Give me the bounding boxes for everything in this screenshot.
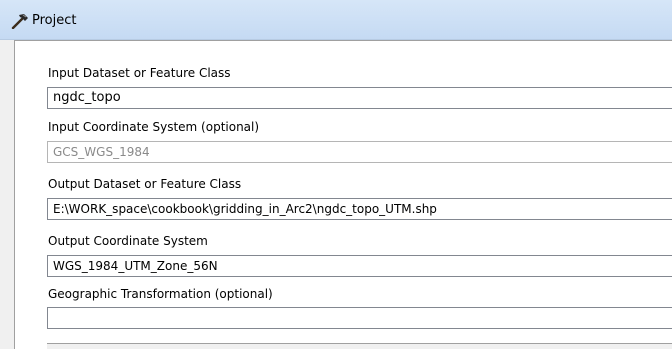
geographic-transformation-label: Geographic Transformation (optional) — [48, 287, 273, 301]
output-dataset-label: Output Dataset or Feature Class — [48, 177, 242, 191]
title-bar[interactable]: Project — [0, 0, 672, 40]
geographic-transformation-field[interactable] — [47, 307, 672, 329]
output-coordinate-system-field[interactable]: WGS_1984_UTM_Zone_56N — [47, 255, 672, 277]
hammer-icon — [11, 14, 28, 29]
input-dataset-field[interactable]: ngdc_topo — [47, 87, 672, 109]
project-dialog: Project Input Dataset or Feature Class n… — [0, 0, 672, 349]
output-coordinate-system-label: Output Coordinate System — [48, 234, 208, 248]
input-coordinate-system-label: Input Coordinate System (optional) — [48, 120, 260, 134]
dialog-frame-left — [0, 40, 14, 349]
input-coordinate-system-field: GCS_WGS_1984 — [47, 141, 672, 163]
window-title: Project — [32, 13, 77, 28]
next-field-edge — [47, 343, 672, 349]
input-dataset-label: Input Dataset or Feature Class — [48, 66, 231, 80]
output-dataset-field[interactable]: E:\WORK_space\cookbook\gridding_in_Arc2\… — [47, 198, 672, 220]
